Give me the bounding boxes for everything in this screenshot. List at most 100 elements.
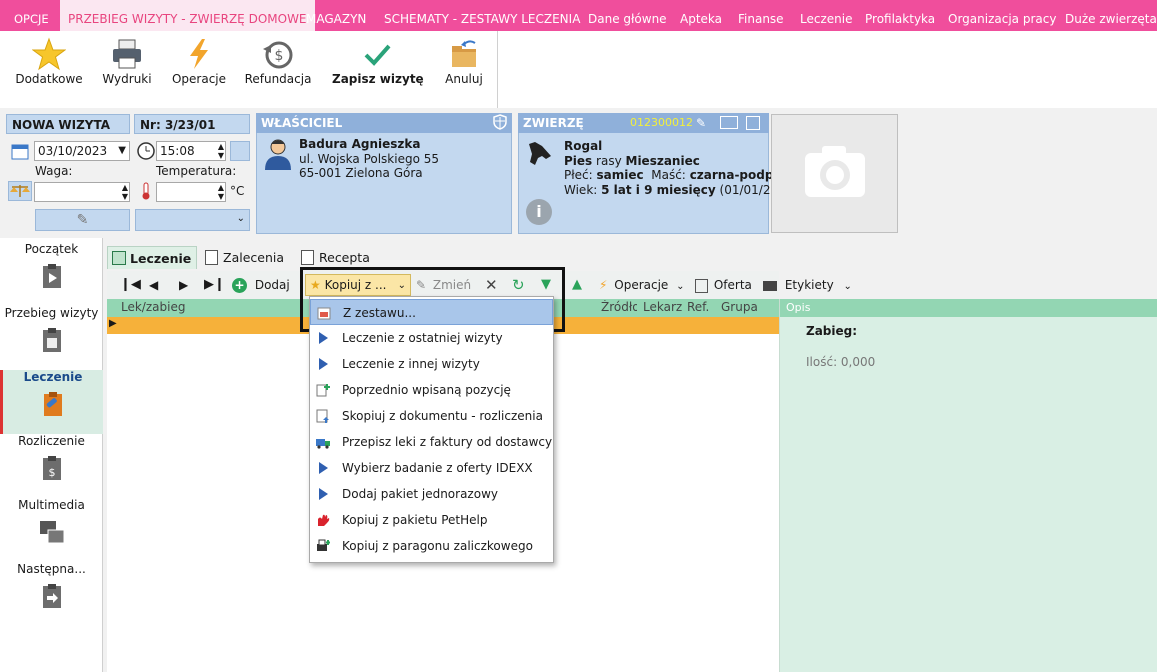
time-extra-button[interactable] <box>230 141 250 161</box>
receipt-icon <box>317 539 330 551</box>
nav-poczatek[interactable]: Początek <box>0 242 103 306</box>
zapisz-wizyte-button[interactable]: Zapisz wizytę <box>332 31 424 108</box>
weight-label: Waga: <box>35 164 73 178</box>
tab-recepta[interactable]: Recepta <box>297 246 387 269</box>
dog-icon <box>524 138 554 168</box>
menu-item-inna-wizyta[interactable]: Leczenie z innej wizyty <box>310 351 553 377</box>
clipboard-bandage-icon <box>44 392 62 416</box>
anuluj-button[interactable]: Anuluj <box>436 31 492 108</box>
shield-icon[interactable] <box>492 113 508 137</box>
nav-leczenie[interactable]: Leczenie <box>0 370 103 434</box>
ribbon: Dodatkowe Wydruki Operacje $ Refundacja … <box>0 31 498 108</box>
previous-record-icon[interactable]: ◀ <box>149 271 158 299</box>
chevron-down-icon: ⌄ <box>843 281 852 292</box>
truck-icon <box>316 439 330 449</box>
add-icon: + <box>232 278 247 293</box>
nav-multimedia[interactable]: Multimedia <box>0 498 103 562</box>
nav-nastepna[interactable]: Następna... <box>0 562 103 626</box>
play-icon <box>319 462 328 474</box>
spinner-arrows-icon[interactable]: ▲ ▼ <box>218 183 224 201</box>
add-button[interactable]: + Dodaj <box>232 271 290 299</box>
camera-placeholder-icon <box>805 146 865 197</box>
menu-item-pakiet-pethelp[interactable]: Kopiuj z pakietu PetHelp <box>310 507 553 533</box>
menu-item-oferta-idexx[interactable]: Wybierz badanie z oferty IDEXX <box>310 455 553 481</box>
menu-item-z-zestawu[interactable]: Z zestawu... <box>310 299 553 325</box>
operacje-ribbon-button[interactable]: Operacje <box>168 31 230 108</box>
animal-age-line: Wiek: 5 lat i 9 miesięcy (01/01/2018) <box>564 183 799 197</box>
menu-item-dokument-rozliczenia[interactable]: Skopiuj z dokumentu - rozliczenia <box>310 403 553 429</box>
last-record-icon[interactable]: ▶❙ <box>204 271 225 299</box>
spinner-arrows-icon[interactable]: ▲ ▼ <box>218 142 224 160</box>
menu-przebieg-wizyty[interactable]: PRZEBIEG WIZYTY - ZWIERZĘ DOMOWE <box>60 0 315 31</box>
lightning-icon <box>190 39 208 69</box>
menu-duze-zwierzeta[interactable]: Duże zwierzęta <box>1065 0 1157 31</box>
column-grupa[interactable]: Grupa <box>721 300 758 314</box>
document-icon <box>695 278 708 293</box>
menu-leczenie[interactable]: Leczenie <box>800 0 852 31</box>
clipboard-icon <box>42 328 61 352</box>
menu-item-paragon-zaliczkowy[interactable]: Kopiuj z paragonu zaliczkowego <box>310 533 553 559</box>
refund-icon: $ <box>263 41 293 69</box>
owner-name[interactable]: Badura Agnieszka <box>299 137 420 151</box>
column-lek-zabieg[interactable]: Lek/zabieg <box>121 300 185 314</box>
owner-city: 65-001 Zielona Góra <box>299 166 423 180</box>
photos-icon <box>39 521 64 544</box>
visit-date-value: 03/10/2023 <box>38 144 108 158</box>
temperature-input[interactable]: ▲ ▼ <box>156 182 226 202</box>
quantity-label: Ilość: 0,000 <box>806 355 876 369</box>
document-upload-icon <box>316 409 329 423</box>
visit-title: NOWA WIZYTA <box>6 114 130 134</box>
temperature-label: Temperatura: <box>156 164 237 178</box>
wydruki-button[interactable]: Wydruki <box>96 31 158 108</box>
scale-icon[interactable] <box>8 181 32 201</box>
operations-button[interactable]: ⚡ Operacje ⌄ <box>599 271 685 299</box>
lightning-icon: ⚡ <box>599 278 608 292</box>
menu-apteka[interactable]: Apteka <box>680 0 722 31</box>
export-icon[interactable] <box>746 116 760 130</box>
nav-rozliczenie[interactable]: Rozliczenie $ <box>0 434 103 498</box>
clipboard-play-icon <box>42 264 61 288</box>
owner-street: ul. Wojska Polskiego 55 <box>299 152 440 166</box>
menu-magazyn[interactable]: MAGAZYN <box>306 0 366 31</box>
column-lekarz[interactable]: Lekarz <box>643 300 682 314</box>
first-record-icon[interactable]: ❙◀ <box>120 271 141 299</box>
animal-name[interactable]: Rogal <box>564 139 602 153</box>
visit-type-select[interactable]: ⌄ <box>135 209 250 231</box>
menu-schematy[interactable]: SCHEMATY - ZESTAWY LECZENIA <box>384 0 580 31</box>
clipboard-dollar-icon: $ <box>42 456 61 480</box>
dodatkowe-button[interactable]: Dodatkowe <box>14 31 84 108</box>
camera-icon[interactable] <box>720 116 738 129</box>
menu-profilaktyka[interactable]: Profilaktyka <box>865 0 935 31</box>
nav-przebieg-wizyty[interactable]: Przebieg wizyty <box>0 306 103 370</box>
edit-note-button[interactable]: ✎ <box>35 209 130 231</box>
offer-button[interactable]: Oferta <box>695 271 752 299</box>
column-ref[interactable]: Ref. <box>687 300 709 314</box>
visit-date-picker[interactable]: 03/10/2023 ▼ <box>34 141 130 161</box>
tab-leczenie[interactable]: Leczenie <box>107 246 197 269</box>
animal-photo[interactable] <box>771 114 898 233</box>
tab-zalecenia[interactable]: Zalecenia <box>201 246 291 269</box>
menu-item-faktura-dostawcy[interactable]: Przepisz leki z faktury od dostawcy <box>310 429 553 455</box>
details-panel: Opis Zabieg: Ilość: 0,000 <box>779 299 1157 672</box>
pencil-icon: ✎ <box>76 212 89 228</box>
menu-opcje[interactable]: OPCJE <box>14 0 49 31</box>
next-record-icon[interactable]: ▶ <box>179 271 188 299</box>
weight-input[interactable]: ▲ ▼ <box>34 182 130 202</box>
visit-time-spinner[interactable]: 15:08 ▲ ▼ <box>156 141 226 161</box>
menu-item-ostatnia-wizyta[interactable]: Leczenie z ostatniej wizyty <box>310 325 553 351</box>
arrow-up-icon[interactable]: ▲ <box>572 271 582 299</box>
info-icon[interactable]: i <box>526 199 552 225</box>
column-zrodlo[interactable]: Źródło <box>601 300 637 314</box>
menu-item-poprzednia-pozycja[interactable]: Poprzednio wpisaną pozycję <box>310 377 553 403</box>
menu-organizacja-pracy[interactable]: Organizacja pracy <box>948 0 1056 31</box>
labels-button[interactable]: Etykiety ⌄ <box>763 271 852 299</box>
menu-dane-glowne[interactable]: Dane główne <box>588 0 667 31</box>
visit-number: Nr: 3/23/01 <box>134 114 250 134</box>
star-icon <box>32 37 66 71</box>
calendar-icon[interactable] <box>10 142 30 160</box>
menu-finanse[interactable]: Finanse <box>738 0 784 31</box>
pencil-icon[interactable]: ✎ <box>696 113 706 133</box>
refundacja-button[interactable]: $ Refundacja <box>244 31 312 108</box>
menu-item-pakiet-jednorazowy[interactable]: Dodaj pakiet jednorazowy <box>310 481 553 507</box>
spinner-arrows-icon[interactable]: ▲ ▼ <box>122 183 128 201</box>
